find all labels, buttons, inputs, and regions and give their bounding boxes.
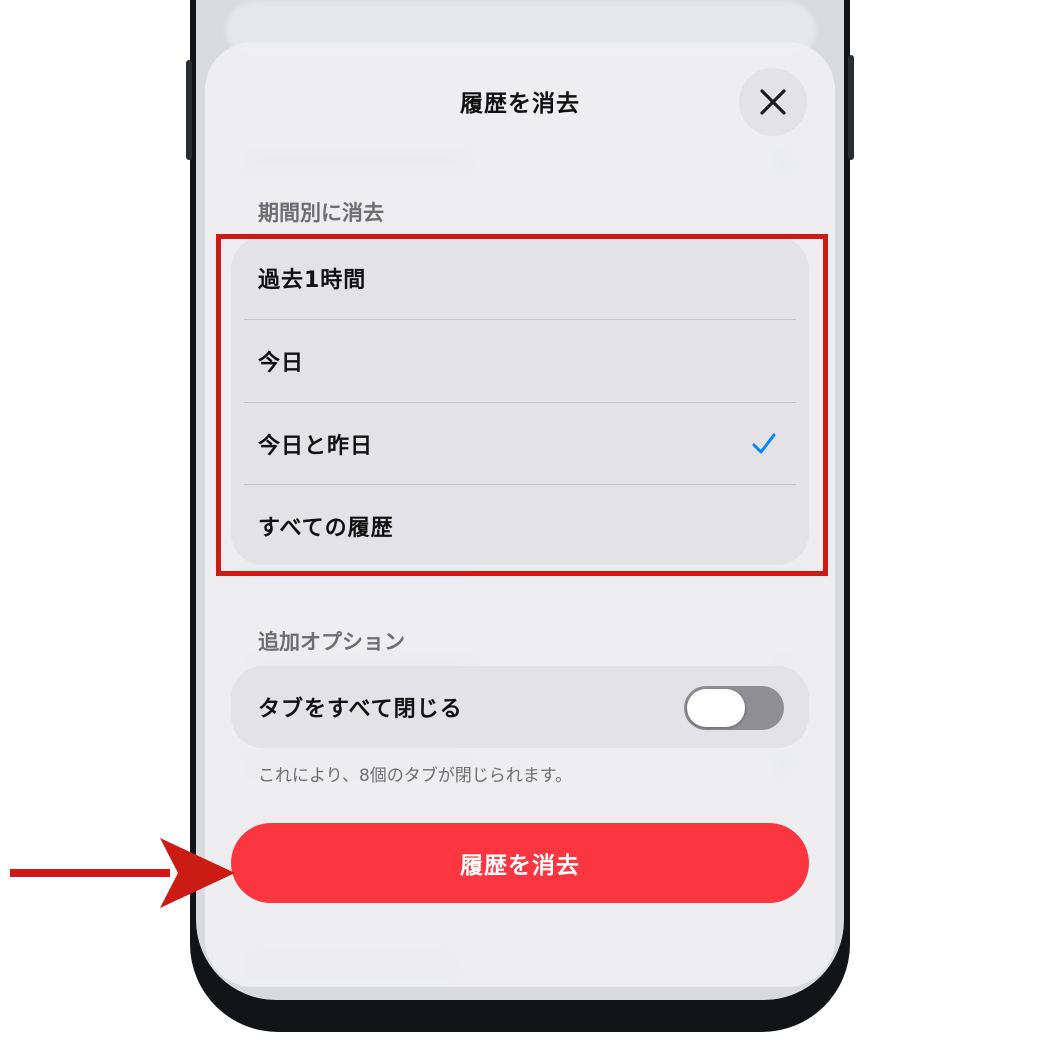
close-button[interactable]	[739, 68, 807, 136]
highlight-box	[216, 234, 828, 576]
arrow-right-icon	[10, 838, 235, 908]
period-section-label: 期間別に消去	[258, 201, 384, 225]
toggle-knob	[687, 689, 745, 727]
close-icon	[760, 89, 786, 115]
sheet-title: 履歴を消去	[460, 91, 580, 117]
additional-options-label: 追加オプション	[258, 630, 405, 654]
close-tabs-toggle[interactable]	[684, 686, 784, 730]
close-tabs-label: タブをすべて閉じる	[258, 697, 463, 722]
close-tabs-footnote: これにより、8個のタブが閉じられます。	[258, 766, 573, 786]
clear-history-button[interactable]: 履歴を消去	[231, 823, 809, 903]
